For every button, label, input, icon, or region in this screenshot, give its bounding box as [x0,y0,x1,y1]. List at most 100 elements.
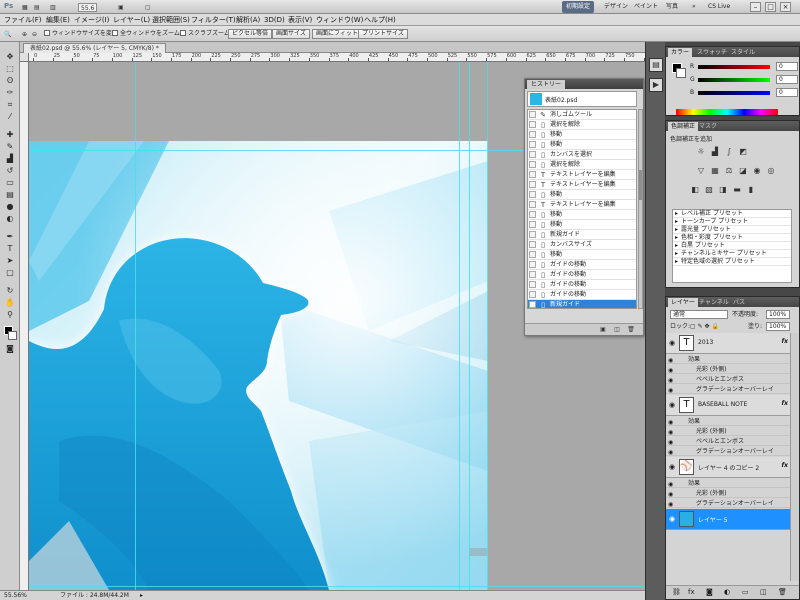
layer-effect[interactable]: ◉ グラデーションオーバーレイ [666,385,790,394]
guide-vertical[interactable] [459,62,460,590]
guide-vertical[interactable] [487,62,488,590]
visibility-eye-icon[interactable]: ◉ [668,463,676,471]
preset-hue-saturation[interactable]: 色相・彩度 プリセット [673,234,791,242]
history-brush-source-checkbox[interactable] [529,121,536,128]
preset-selective-color[interactable]: 特定色域の選択 プリセット [673,258,791,266]
screen-mode-icon[interactable]: ▢ [145,3,151,12]
effects-group[interactable]: ◉ 効果 [666,417,790,426]
history-brush-source-checkbox[interactable] [529,141,536,148]
visibility-eye-icon[interactable]: ◉ [668,339,676,347]
quick-select-tool-icon[interactable]: ✑ [4,88,16,98]
color-background-swatch[interactable] [676,68,686,78]
history-state[interactable]: ▯ 移動 [528,250,636,260]
new-adjustment-icon[interactable]: ◐ [724,588,730,596]
effect-eye-icon[interactable]: ◉ [668,480,673,489]
tab-paths[interactable]: パス [730,298,748,307]
visibility-eye-icon[interactable]: ◉ [668,515,676,523]
history-brush-source-checkbox[interactable] [529,111,536,118]
ruler-origin[interactable] [20,53,29,62]
photo-filter-icon[interactable]: ◉ [752,166,762,176]
print-size-button[interactable]: プリントサイズ [358,29,408,39]
layer-effect[interactable]: ◉ グラデーションオーバーレイ [666,447,790,456]
history-panel-header[interactable]: ヒストリー [525,79,643,89]
history-brush-tool-icon[interactable]: ↺ [4,166,16,176]
tab-swatches[interactable]: スウォッチ [694,48,730,57]
gradient-tool-icon[interactable]: ▤ [4,190,16,200]
menu-select[interactable]: 選択範囲(S) [152,15,190,25]
layer-effect[interactable]: ◉ ベベルとエンボス [666,375,790,384]
effect-eye-icon[interactable]: ◉ [668,428,673,437]
tab-styles[interactable]: スタイル [728,48,758,57]
history-brush-source-checkbox[interactable] [529,231,536,238]
layer-effect[interactable]: ◉ 光彩 (外側) [666,427,790,436]
preset-channel-mixer[interactable]: チャンネルミキサー プリセット [673,250,791,258]
minimize-button[interactable]: – [750,2,761,12]
blue-value-field[interactable]: 0 [776,88,798,97]
menu-image[interactable]: イメージ(I) [74,15,109,25]
layer-effects-icon[interactable]: fx [782,400,788,407]
close-button[interactable]: × [780,2,791,12]
type-tool-icon[interactable]: T [4,244,16,254]
hue-saturation-icon[interactable]: ▦ [710,166,720,176]
new-snapshot-icon[interactable]: ◫ [613,326,621,333]
brush-tool-icon[interactable]: ✎ [4,142,16,152]
history-state[interactable]: ▯ 選択を解除 [528,160,636,170]
artwork-image[interactable] [29,141,488,590]
history-panel-icon[interactable]: ▤ [649,58,663,72]
marquee-tool-icon[interactable]: ⬚ [4,64,16,74]
blend-mode-select[interactable]: 通常 [670,310,728,319]
zoom-level-field[interactable]: 55.6 [78,3,98,12]
preset-black-white[interactable]: 白黒 プリセット [673,242,791,250]
history-state[interactable]: ▯ カンバスサイズ [528,240,636,250]
effect-eye-icon[interactable]: ◉ [668,490,673,499]
layer-row[interactable]: ◉ ⚾ レイヤー 4 のコピー 2 fx [666,457,790,478]
arrange-documents-icon[interactable]: ▣ [118,3,124,12]
quick-mask-icon[interactable]: ◙ [4,344,16,354]
guides-icon[interactable]: ▥ [50,3,56,12]
bridge-icon[interactable]: ▦ [22,3,28,12]
fit-screen-button[interactable]: 画面サイズ [272,29,310,39]
history-state[interactable]: T テキストレイヤーを編集 [528,170,636,180]
workspace-essentials[interactable]: 初期設定 [562,1,595,13]
history-brush-source-checkbox[interactable] [529,151,536,158]
layer-effect[interactable]: ◉ グラデーションオーバーレイ [666,499,790,508]
layer-row[interactable]: ◉ T BASEBALL NOTE fx [666,395,790,416]
visibility-eye-icon[interactable]: ◉ [668,401,676,409]
effect-eye-icon[interactable]: ◉ [668,356,673,365]
layer-effects-icon[interactable]: fx [782,462,788,469]
history-scrollbar[interactable] [638,109,643,309]
history-state[interactable]: ▯ ガイドの移動 [528,290,636,300]
history-brush-source-checkbox[interactable] [529,191,536,198]
menu-edit[interactable]: 編集(E) [46,15,70,25]
selective-color-icon[interactable]: ▮ [746,185,756,195]
eraser-tool-icon[interactable]: ▭ [4,178,16,188]
shape-tool-icon[interactable]: ▢ [4,268,16,278]
guide-vertical[interactable] [469,62,470,590]
zoom-out-icon[interactable]: ⊖ [32,30,37,39]
minibridge-icon[interactable]: ▤ [34,3,40,12]
history-brush-source-checkbox[interactable] [529,291,536,298]
new-layer-icon[interactable]: ◫ [760,588,767,596]
layer-row[interactable]: ◉ レイヤー 5 [666,509,790,530]
menu-help[interactable]: ヘルプ(H) [364,15,396,25]
add-mask-icon[interactable]: ◙ [706,588,713,596]
path-select-tool-icon[interactable]: ➤ [4,256,16,266]
tab-layers[interactable]: レイヤー [668,298,698,307]
link-layers-icon[interactable]: ⛓ [672,588,681,596]
threshold-icon[interactable]: ◨ [718,185,728,195]
layer-row[interactable]: ◉ T 2013 fx [666,333,790,354]
zoom-percent[interactable]: 55.56% [4,591,27,600]
effects-group[interactable]: ◉ 効果 [666,479,790,488]
history-state[interactable]: ▯ 選択を解除 [528,120,636,130]
status-arrow-icon[interactable]: ▸ [140,591,148,600]
vertical-ruler[interactable] [20,62,29,590]
channel-mixer-icon[interactable]: ◎ [766,166,776,176]
actual-pixels-button[interactable]: ピクセル等倍 [228,29,273,39]
healing-brush-tool-icon[interactable]: ✚ [4,130,16,140]
effect-eye-icon[interactable]: ◉ [668,448,673,457]
effect-eye-icon[interactable]: ◉ [668,418,673,427]
effect-eye-icon[interactable]: ◉ [668,500,673,509]
posterize-icon[interactable]: ▧ [704,185,714,195]
brightness-contrast-icon[interactable]: ☼ [696,147,706,157]
layer-effect[interactable]: ◉ ベベルとエンボス [666,437,790,446]
